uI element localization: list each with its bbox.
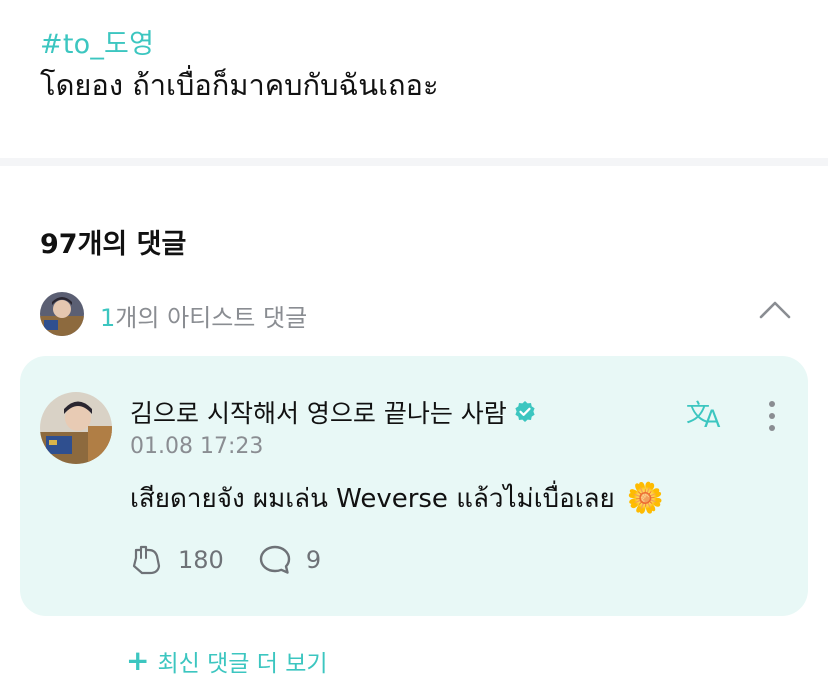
post-hashtag[interactable]: #to_도영 <box>40 22 154 61</box>
artist-avatar-small <box>40 292 84 336</box>
more-comments-button[interactable]: + 최신 댓글 더 보기 <box>126 644 328 678</box>
more-vertical-icon[interactable] <box>760 398 784 434</box>
comment-timestamp: 01.08 17:23 <box>130 434 264 459</box>
svg-text:A: A <box>704 405 721 430</box>
artist-comment-count: 1 <box>100 304 116 332</box>
like-count: 180 <box>178 546 224 574</box>
post-text: โดยอง ถ้าเบื่อก็มาคบกับฉันเถอะ <box>40 68 439 102</box>
comments-count-title: 97개의 댓글 <box>40 229 187 260</box>
comment-author[interactable]: 김으로 시작해서 영으로 끝나는 사람 <box>130 394 537 430</box>
translate-icon[interactable]: 文 A <box>686 396 728 433</box>
chevron-up-icon[interactable] <box>758 298 792 322</box>
artist-comments-header[interactable]: 1개의 아티스트 댓글 <box>40 290 792 336</box>
artist-comment-card: 김으로 시작해서 영으로 끝나는 사람 01.08 17:23 เสียดายจ… <box>20 356 808 616</box>
sunflower-emoji: 🌼 <box>626 481 665 516</box>
comment-icon[interactable] <box>258 544 292 576</box>
author-avatar[interactable] <box>40 392 112 464</box>
section-divider <box>0 158 828 166</box>
comment-body: เสียดายจัง ผมเล่น Weverse แล้วไม่เบื่อเล… <box>130 478 664 519</box>
like-icon[interactable] <box>130 544 164 576</box>
comment-text: เสียดายจัง ผมเล่น Weverse แล้วไม่เบื่อเล… <box>130 484 615 514</box>
comment-stats: 180 9 <box>130 544 355 576</box>
comment-author-name: 김으로 시작해서 영으로 끝나는 사람 <box>130 399 507 428</box>
verified-badge-icon <box>513 400 537 424</box>
more-comments-label: 최신 댓글 더 보기 <box>157 651 328 677</box>
reply-count: 9 <box>305 546 322 574</box>
artist-comments-label: 1개의 아티스트 댓글 <box>100 298 307 333</box>
artist-comment-label-text: 개의 아티스트 댓글 <box>115 304 308 332</box>
plus-icon: + <box>126 644 150 677</box>
